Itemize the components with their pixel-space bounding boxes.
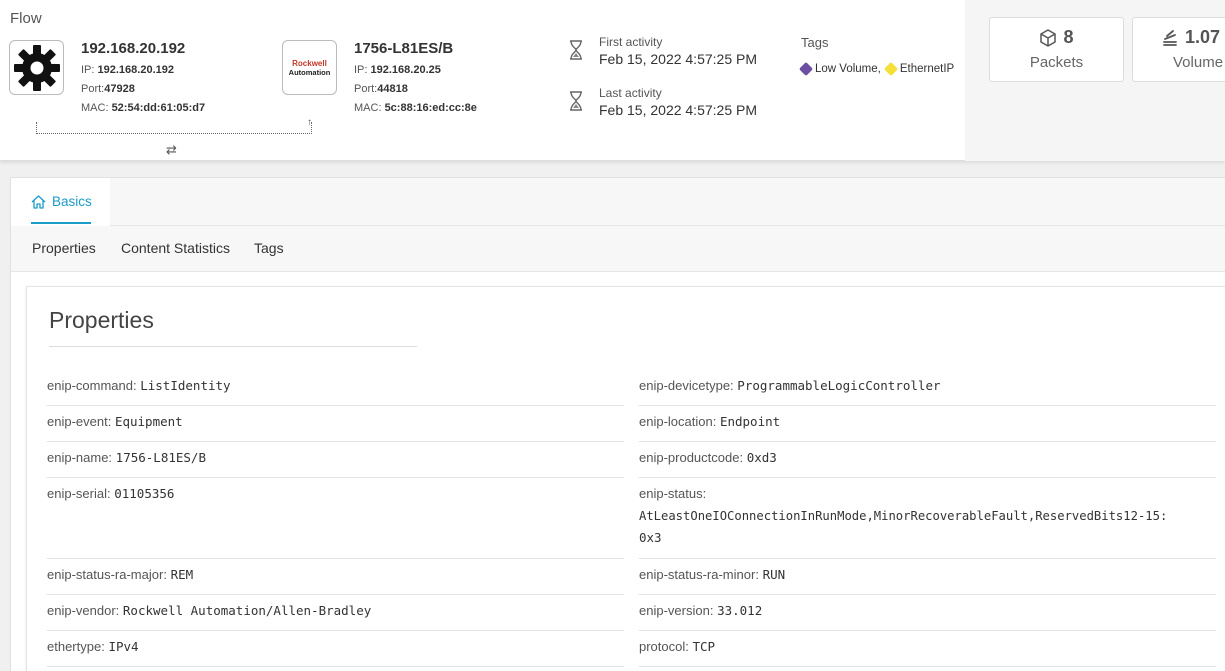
- dest-device-name[interactable]: 1756-L81ES/B: [354, 40, 453, 57]
- properties-title: Properties: [49, 307, 154, 333]
- flow-connector: [36, 122, 312, 134]
- active-tab-indicator: [31, 222, 91, 224]
- tags-label: Tags: [801, 35, 829, 50]
- source-port: Port:47928: [81, 83, 135, 95]
- property-row: enip-productcode: 0xd3: [639, 442, 1216, 478]
- details-panel: Basics Properties Content Statistics Tag…: [10, 177, 1225, 671]
- tab-basics-label: Basics: [52, 194, 92, 209]
- tab-basics[interactable]: Basics: [11, 178, 110, 226]
- subnav-content-statistics[interactable]: Content Statistics: [121, 240, 230, 256]
- volume-stat: 1.07 KB Volume: [1132, 17, 1225, 82]
- hourglass-icon: [570, 91, 582, 111]
- tag-low-volume[interactable]: Low Volume,: [815, 63, 881, 75]
- dest-port: Port:44818: [354, 83, 408, 95]
- subnav-properties[interactable]: Properties: [32, 240, 96, 256]
- property-row: protocol: TCP: [639, 631, 1216, 667]
- tag-list: Low Volume, EthernetIP: [798, 61, 954, 77]
- property-row: enip-status: AtLeastOneIOConnectionInRun…: [639, 478, 1216, 559]
- stats-panel: 8 Packets 1.07 KB Volume: [965, 0, 1225, 161]
- swap-direction-icon[interactable]: ⇄: [166, 142, 177, 158]
- rockwell-logo-icon: Rockwell Automation: [288, 58, 331, 77]
- property-row: enip-status-ra-minor: RUN: [639, 559, 1216, 595]
- gear-icon: [13, 44, 60, 91]
- property-row: enip-event: Equipment: [47, 406, 624, 442]
- property-row: enip-name: 1756-L81ES/B: [47, 442, 624, 478]
- packets-stat: 8 Packets: [989, 17, 1124, 82]
- page-title: Flow: [10, 10, 42, 27]
- subnav-tags[interactable]: Tags: [254, 240, 284, 256]
- last-activity-label: Last activity: [599, 86, 662, 100]
- property-row: ethertype: IPv4: [47, 631, 624, 667]
- tag-icon: [798, 61, 814, 77]
- cube-icon: [1040, 28, 1057, 47]
- dest-ip: IP: 192.168.20.25: [354, 64, 441, 76]
- property-row: enip-status-ra-major: REM: [47, 559, 624, 595]
- property-row: enip-devicetype: ProgrammableLogicContro…: [639, 369, 1216, 406]
- property-row: enip-vendor: Rockwell Automation/Allen-B…: [47, 595, 624, 631]
- arrow-up-icon: ↑: [307, 117, 312, 128]
- first-activity-value: Feb 15, 2022 4:57:25 PM: [599, 51, 757, 67]
- flow-header: Flow 192.168.20.192 IP: 192.168.20.192 P…: [0, 0, 1225, 161]
- tag-icon: [883, 61, 898, 77]
- packets-label: Packets: [1029, 54, 1084, 71]
- source-device-name[interactable]: 192.168.20.192: [81, 40, 185, 57]
- dest-mac: MAC: 5c:88:16:ed:cc:8e: [354, 102, 477, 114]
- stack-icon: [1163, 29, 1177, 46]
- properties-card: Properties enip-command: ListIdentity en…: [26, 286, 1225, 671]
- last-activity-value: Feb 15, 2022 4:57:25 PM: [599, 102, 757, 118]
- property-row: enip-serial: 01105356: [47, 478, 624, 559]
- property-row: enip-location: Endpoint: [639, 406, 1216, 442]
- source-mac: MAC: 52:54:dd:61:05:d7: [81, 102, 206, 114]
- source-device-icon[interactable]: [9, 40, 64, 95]
- section-nav: Properties Content Statistics Tags: [11, 226, 1225, 272]
- first-activity-label: First activity: [599, 35, 663, 49]
- tag-ethernetip[interactable]: EthernetIP: [900, 63, 954, 75]
- packets-value: 8: [1063, 27, 1074, 47]
- title-divider: [49, 346, 417, 347]
- volume-value: 1.07 KB: [1185, 27, 1225, 47]
- property-row: enip-version: 33.012: [639, 595, 1216, 631]
- volume-label: Volume: [1173, 54, 1224, 71]
- source-ip: IP: 192.168.20.192: [81, 64, 174, 76]
- home-icon: [31, 194, 46, 209]
- hourglass-icon: [570, 40, 582, 60]
- dest-device-icon[interactable]: Rockwell Automation: [282, 40, 337, 95]
- tab-bar: Basics: [11, 178, 1225, 226]
- property-row: enip-command: ListIdentity: [47, 369, 624, 406]
